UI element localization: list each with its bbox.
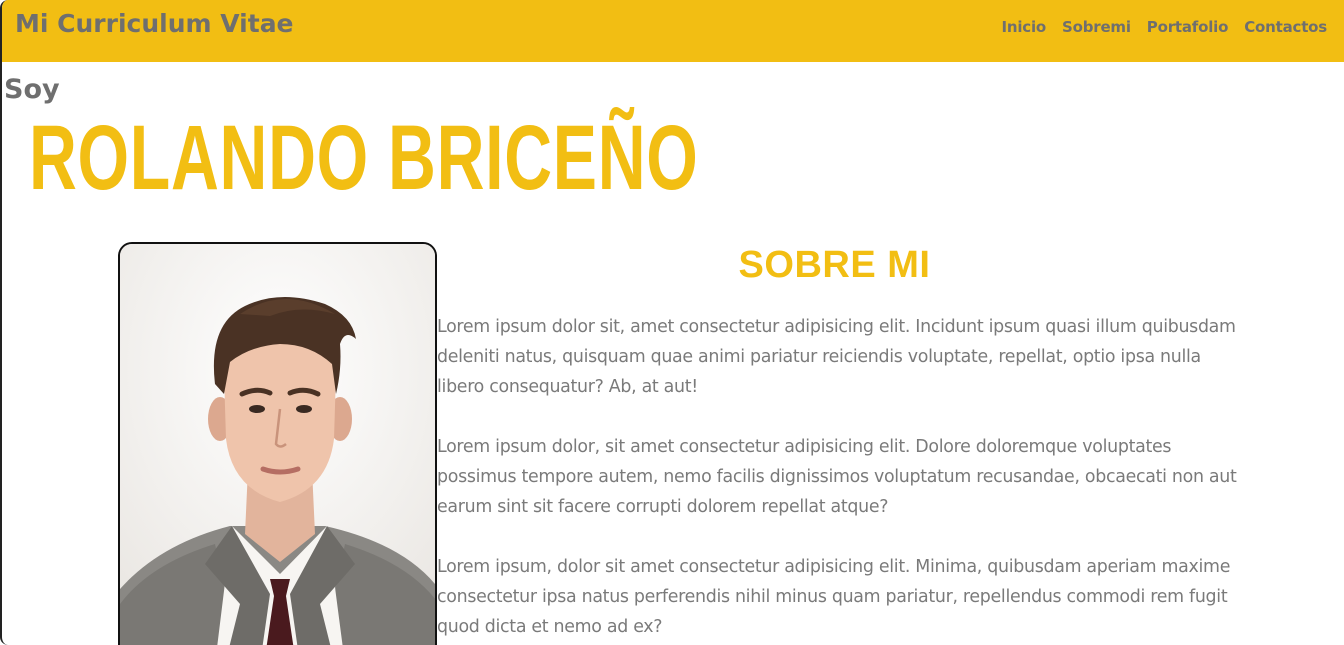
about-paragraph: Lorem ipsum dolor, sit amet consectetur … (437, 437, 1237, 517)
site-brand[interactable]: Mi Curriculum Vitae (15, 9, 294, 38)
portrait-illustration (120, 244, 435, 645)
nav-link-contactos[interactable]: Contactos (1244, 18, 1327, 36)
hero-intro: Soy (4, 74, 60, 105)
main-nav: Inicio Sobremi Portafolio Contactos (1001, 18, 1327, 36)
hero-name: Rolando Briceño (29, 107, 699, 209)
page-frame: Mi Curriculum Vitae Inicio Sobremi Porta… (0, 0, 1344, 645)
nav-link-sobremi[interactable]: Sobremi (1062, 18, 1131, 36)
top-navbar: Mi Curriculum Vitae Inicio Sobremi Porta… (2, 0, 1344, 62)
nav-link-inicio[interactable]: Inicio (1001, 18, 1046, 36)
about-heading: SOBRE MI (738, 244, 931, 286)
about-paragraph: Lorem ipsum, dolor sit amet consectetur … (437, 557, 1231, 637)
about-content: Lorem ipsum dolor sit, amet consectetur … (437, 312, 1237, 645)
profile-photo (118, 242, 437, 645)
nav-link-portafolio[interactable]: Portafolio (1147, 18, 1229, 36)
about-paragraph: Lorem ipsum dolor sit, amet consectetur … (437, 317, 1236, 397)
